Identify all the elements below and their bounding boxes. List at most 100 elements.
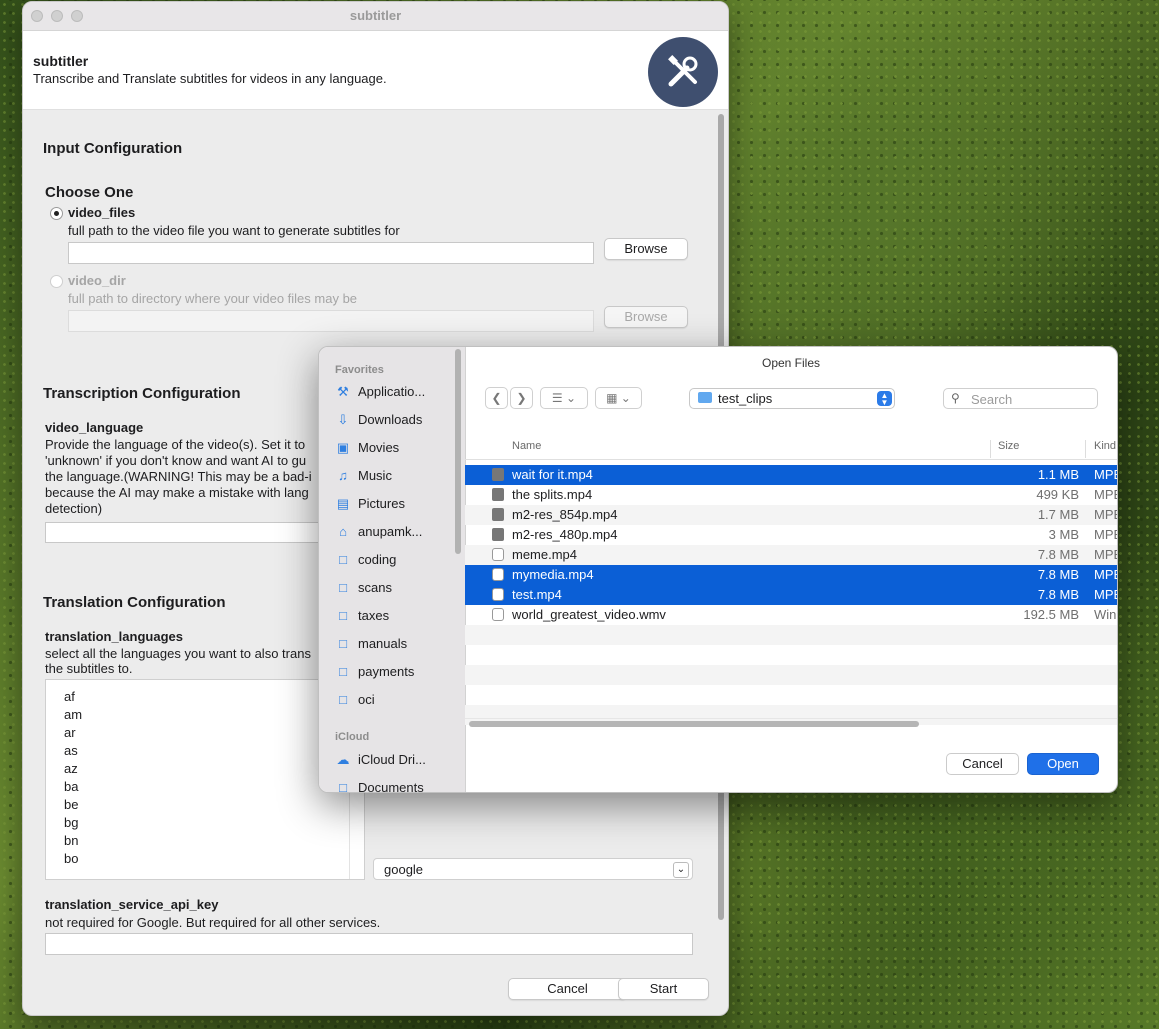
- cancel-button[interactable]: Cancel: [508, 978, 627, 1000]
- video-file-icon: [492, 528, 504, 541]
- video-files-input[interactable]: [68, 242, 594, 264]
- list-view-button[interactable]: ☰ ⌄: [540, 387, 588, 409]
- column-name[interactable]: Name: [512, 440, 541, 452]
- input-config-title: Input Configuration: [43, 140, 183, 157]
- list-icon: ☰ ⌄: [551, 391, 577, 405]
- translation-languages-list[interactable]: af am ar as az ba be bg bn bo: [45, 679, 365, 880]
- home-icon: ⌂: [339, 524, 347, 539]
- search-field[interactable]: ⚲ Search: [943, 388, 1098, 409]
- list-item[interactable]: az: [46, 760, 364, 778]
- list-item[interactable]: bg: [46, 814, 364, 832]
- video-file-icon: [492, 548, 504, 561]
- table-row[interactable]: m2-res_480p.mp4 3 MB MPE: [465, 525, 1117, 545]
- table-row[interactable]: world_greatest_video.wmv 192.5 MB Win: [465, 605, 1117, 625]
- column-separator[interactable]: [990, 440, 991, 458]
- video-dir-input[interactable]: [68, 310, 594, 332]
- column-kind[interactable]: Kind: [1094, 440, 1116, 452]
- chevron-left-icon: ❮: [491, 391, 502, 405]
- file-size: 192.5 MB: [1023, 607, 1079, 622]
- search-placeholder: Search: [971, 392, 1013, 407]
- sidebar-item-oci[interactable]: □ oci: [335, 689, 375, 711]
- forward-button[interactable]: ❯: [510, 387, 533, 409]
- api-key-label: translation_service_api_key: [45, 897, 219, 912]
- sidebar-item-movies[interactable]: ▣ Movies: [335, 437, 399, 459]
- dialog-cancel-button[interactable]: Cancel: [946, 753, 1019, 775]
- tools-icon: [648, 37, 718, 107]
- list-item[interactable]: be: [46, 796, 364, 814]
- sidebar: Favorites ⚒ Applicatio... ⇩ Downloads ▣ Mov…: [319, 347, 466, 792]
- video-dir-radio[interactable]: [50, 275, 63, 288]
- folder-icon: □: [339, 608, 347, 623]
- video-files-radio[interactable]: [50, 207, 63, 220]
- sidebar-item-music[interactable]: ♫ Music: [335, 465, 392, 487]
- file-name: mymedia.mp4: [512, 567, 594, 582]
- list-item[interactable]: bo: [46, 850, 364, 868]
- chevron-right-icon: ❯: [516, 391, 527, 405]
- sidebar-scrollbar[interactable]: [455, 349, 461, 554]
- choose-one-label: Choose One: [45, 184, 134, 201]
- empty-row: [465, 685, 1117, 705]
- column-separator[interactable]: [1085, 440, 1086, 458]
- list-item[interactable]: af: [46, 688, 364, 706]
- minimize-window-button[interactable]: [51, 10, 63, 22]
- video-files-browse-button[interactable]: Browse: [604, 238, 688, 260]
- sidebar-item-coding[interactable]: □ coding: [335, 549, 396, 571]
- folder-icon: □: [339, 580, 347, 595]
- sidebar-item-label: Pictures: [358, 496, 405, 511]
- list-item[interactable]: bn: [46, 832, 364, 850]
- video-file-icon: [492, 568, 504, 581]
- start-button[interactable]: Start: [618, 978, 709, 1000]
- file-kind: MPE: [1094, 567, 1117, 582]
- sidebar-item-downloads[interactable]: ⇩ Downloads: [335, 409, 423, 431]
- video-file-icon: [492, 588, 504, 601]
- column-size[interactable]: Size: [998, 440, 1019, 452]
- applications-icon: ⚒: [337, 384, 349, 399]
- table-row[interactable]: meme.mp4 7.8 MB MPE: [465, 545, 1117, 565]
- window-controls: [31, 10, 83, 22]
- sidebar-item-taxes[interactable]: □ taxes: [335, 605, 389, 627]
- sidebar-item-scans[interactable]: □ scans: [335, 577, 392, 599]
- translation-languages-label: translation_languages: [45, 629, 183, 644]
- close-window-button[interactable]: [31, 10, 43, 22]
- video-file-icon: [492, 508, 504, 521]
- video-dir-browse-button[interactable]: Browse: [604, 306, 688, 328]
- sidebar-item-label: oci: [358, 692, 375, 707]
- table-row[interactable]: mymedia.mp4 7.8 MB MPE: [465, 565, 1117, 585]
- folder-path-select[interactable]: test_clips ▲ ▼: [689, 388, 895, 409]
- app-description: Transcribe and Translate subtitles for v…: [33, 71, 387, 86]
- sidebar-item-label: payments: [358, 664, 415, 679]
- grid-view-button[interactable]: ▦ ⌄: [595, 387, 642, 409]
- translation-service-value: google: [384, 862, 424, 877]
- table-row[interactable]: the splits.mp4 499 KB MPE: [465, 485, 1117, 505]
- list-item[interactable]: as: [46, 742, 364, 760]
- list-item[interactable]: ar: [46, 724, 364, 742]
- list-item[interactable]: ba: [46, 778, 364, 796]
- table-row[interactable]: m2-res_854p.mp4 1.7 MB MPE: [465, 505, 1117, 525]
- api-key-input[interactable]: [45, 933, 693, 955]
- video-dir-help: full path to directory where your video …: [68, 291, 358, 306]
- sidebar-item-documents[interactable]: □ Documents: [335, 777, 424, 792]
- table-row[interactable]: wait for it.mp4 1.1 MB MPE: [465, 465, 1117, 485]
- open-button[interactable]: Open: [1027, 753, 1099, 775]
- list-item[interactable]: am: [46, 706, 364, 724]
- sidebar-item-label: Applicatio...: [358, 384, 426, 399]
- sidebar-item-manuals[interactable]: □ manuals: [335, 633, 407, 655]
- video-files-label: video_files: [68, 205, 136, 220]
- sidebar-item-icloud-drive[interactable]: ☁ iCloud Dri...: [335, 749, 426, 771]
- file-name: world_greatest_video.wmv: [512, 607, 666, 622]
- video-language-help-1: Provide the language of the video(s). Se…: [45, 437, 306, 452]
- favorites-heading: Favorites: [335, 364, 384, 376]
- title-bar: subtitler: [23, 2, 728, 31]
- horizontal-scrollbar[interactable]: [469, 721, 919, 727]
- zoom-window-button[interactable]: [71, 10, 83, 22]
- back-button[interactable]: ❮: [485, 387, 508, 409]
- table-row[interactable]: test.mp4 7.8 MB MPE: [465, 585, 1117, 605]
- sidebar-item-applications[interactable]: ⚒ Applicatio...: [335, 381, 425, 403]
- sidebar-item-payments[interactable]: □ payments: [335, 661, 414, 683]
- file-list-header: Name Size Kind: [465, 433, 1117, 460]
- sidebar-item-pictures[interactable]: ▤ Pictures: [335, 493, 405, 515]
- sidebar-item-home[interactable]: ⌂ anupamk...: [335, 521, 422, 543]
- translation-service-select[interactable]: google ⌄: [373, 858, 693, 880]
- translation-languages-help-1: select all the languages you want to als…: [45, 646, 311, 661]
- video-language-input[interactable]: [45, 522, 345, 543]
